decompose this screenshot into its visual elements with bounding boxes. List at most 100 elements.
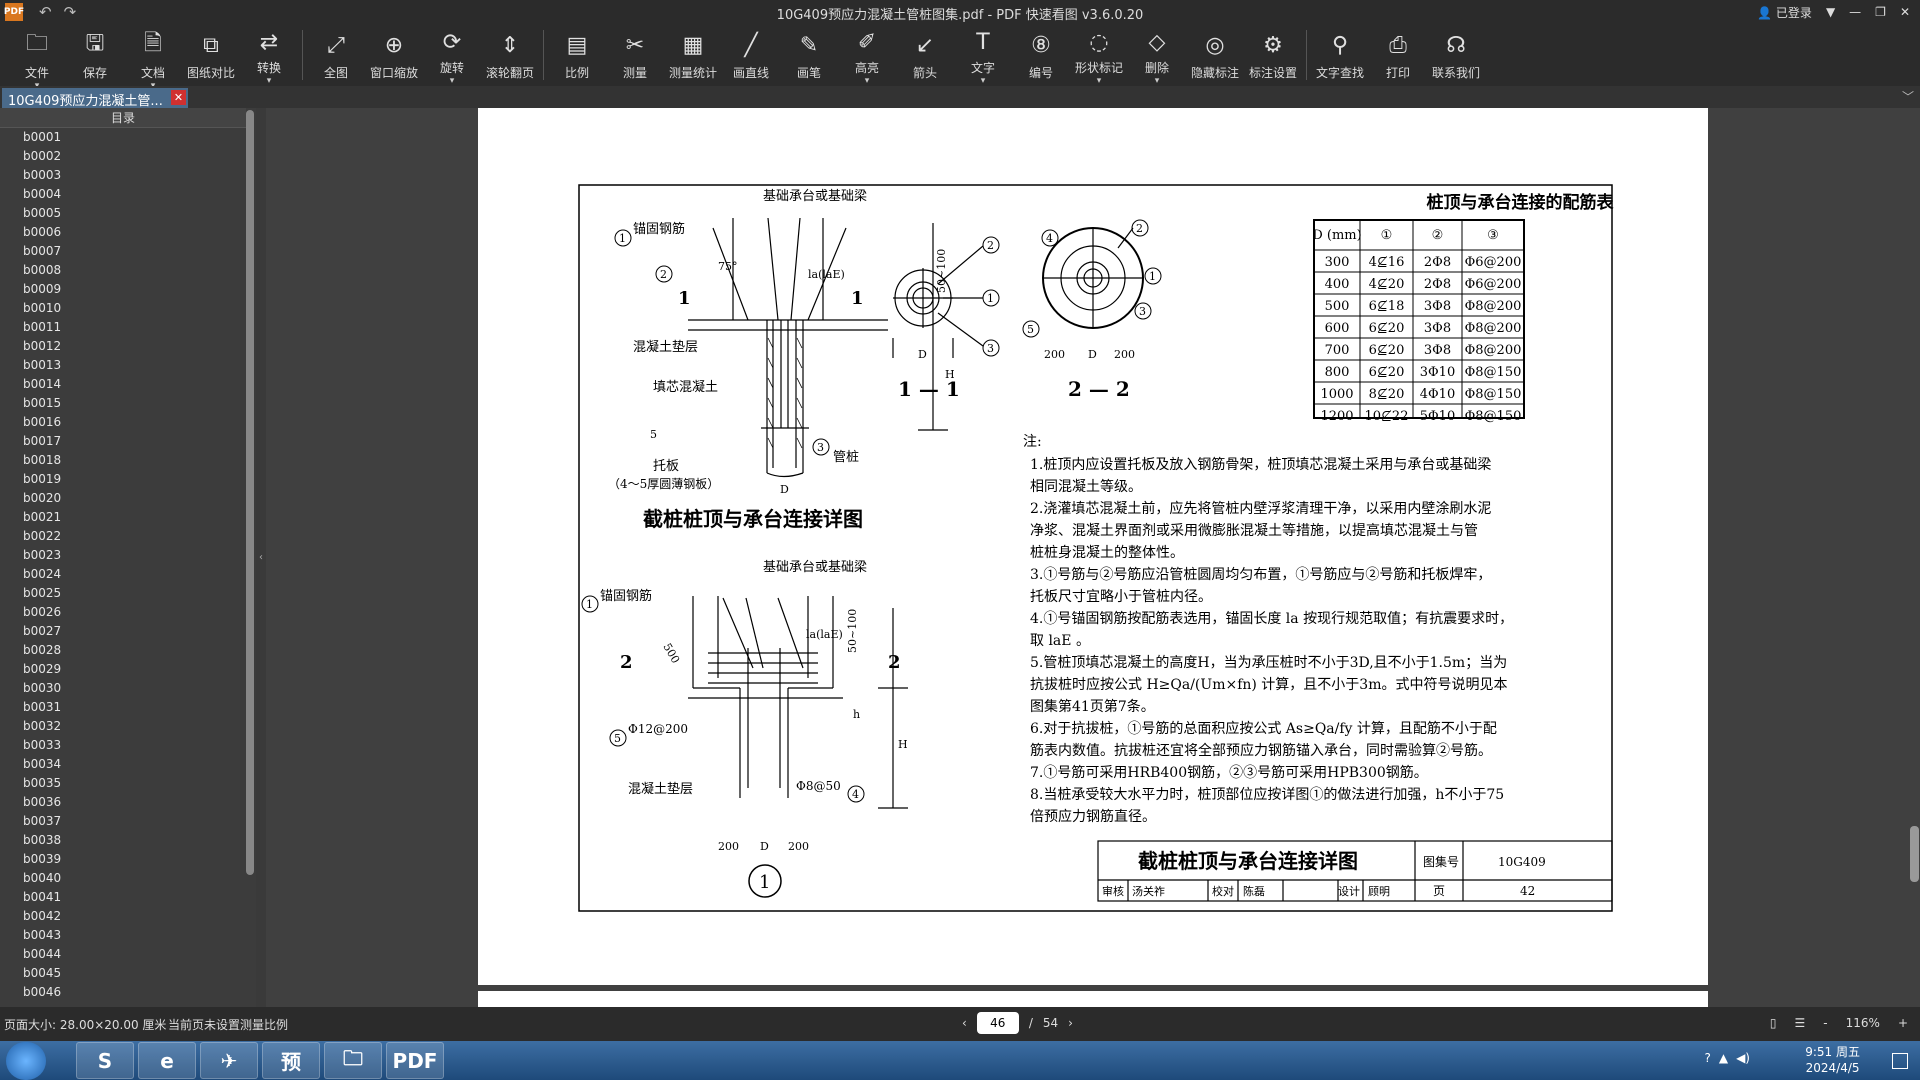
dropdown-arrow-icon[interactable]: ▾ [1155, 76, 1160, 86]
toc-item[interactable]: b0005 [23, 204, 256, 223]
toc-item[interactable]: b0045 [23, 964, 256, 983]
toc-item[interactable]: b0006 [23, 223, 256, 242]
toc-item[interactable]: b0037 [23, 812, 256, 831]
toc-item[interactable]: b0031 [23, 698, 256, 717]
dropdown-arrow-icon[interactable]: ▾ [450, 76, 455, 86]
show-desktop-button[interactable] [1892, 1053, 1908, 1069]
toolbar-button-scale[interactable]: ▤ 比例 [548, 24, 606, 84]
toc-item[interactable]: b0002 [23, 147, 256, 166]
sidebar-scrollbar[interactable] [246, 110, 254, 875]
zoom-out-button[interactable]: - [1823, 1016, 1827, 1030]
toc-item[interactable]: b0033 [23, 736, 256, 755]
taskbar-app-button[interactable]: PDF [386, 1042, 444, 1079]
toc-item[interactable]: b0009 [23, 280, 256, 299]
toc-item[interactable]: b0016 [23, 413, 256, 432]
dropdown-arrow-icon[interactable]: ▾ [267, 76, 272, 86]
toc-item[interactable]: b0007 [23, 242, 256, 261]
zoom-level[interactable]: 116% [1846, 1016, 1880, 1030]
toolbar-button-annotation-settings[interactable]: ⚙ 标注设置 [1244, 24, 1302, 84]
dropdown-arrow-icon[interactable]: ▾ [1097, 76, 1102, 86]
undo-icon[interactable]: ↶ [39, 3, 52, 21]
dropdown-arrow-icon[interactable]: ▾ [981, 76, 986, 86]
toc-item[interactable]: b0001 [23, 128, 256, 147]
document-viewer[interactable]: 基础承台或基础梁 锚固钢筋 1 2 75° 1 1 la(laE) 50~100… [266, 108, 1920, 1007]
toc-item[interactable]: b0039 [23, 850, 256, 869]
toolbar-button-shape[interactable]: ◌ 形状标记 ▾ [1070, 24, 1128, 86]
dropdown-arrow-icon[interactable]: ▾ [865, 76, 870, 86]
toc-item[interactable]: b0040 [23, 869, 256, 888]
toc-item[interactable]: b0021 [23, 508, 256, 527]
close-tab-icon[interactable]: ✕ [171, 90, 186, 105]
toolbar-button-highlight[interactable]: ✐ 高亮 ▾ [838, 24, 896, 86]
toolbar-button-line[interactable]: ╱ 画直线 [722, 24, 780, 84]
page-number-input[interactable]: 46 [976, 1012, 1019, 1034]
minimize-icon[interactable]: — [1849, 5, 1861, 19]
toc-item[interactable]: b0013 [23, 356, 256, 375]
toolbar-button-scroll[interactable]: ⇕ 滚轮翻页 [481, 24, 539, 84]
toc-item[interactable]: b0032 [23, 717, 256, 736]
toc-item[interactable]: b0036 [23, 793, 256, 812]
toolbar-button-measure-stats[interactable]: ▦ 测量统计 [664, 24, 722, 84]
document-tab[interactable]: 10G409预应力混凝土管... ✕ [2, 88, 188, 108]
toolbar-button-convert[interactable]: ⇄ 转换 ▾ [240, 24, 298, 86]
toolbar-button-compare[interactable]: ⧉ 图纸对比 [182, 24, 240, 84]
toolbar-button-folder[interactable]: 🗀文件▾ [8, 24, 66, 91]
login-status[interactable]: 👤 已登录 [1757, 4, 1812, 21]
chevron-down-icon[interactable]: ﹀ [1902, 88, 1914, 105]
toolbar-button-hide[interactable]: ◎ 隐藏标注 [1186, 24, 1244, 84]
toc-item[interactable]: b0014 [23, 375, 256, 394]
toc-item[interactable]: b0035 [23, 774, 256, 793]
toc-item[interactable]: b0043 [23, 926, 256, 945]
taskbar-app-button[interactable]: 预 [262, 1042, 320, 1079]
toc-item[interactable]: b0020 [23, 489, 256, 508]
taskbar-app-button[interactable]: e [138, 1042, 196, 1079]
start-button[interactable] [6, 1042, 46, 1080]
toc-item[interactable]: b0027 [23, 622, 256, 641]
toc-item[interactable]: b0034 [23, 755, 256, 774]
toc-item[interactable]: b0015 [23, 394, 256, 413]
toc-item[interactable]: b0025 [23, 584, 256, 603]
network-icon[interactable]: ▲ [1719, 1051, 1728, 1065]
toc-item[interactable]: b0042 [23, 907, 256, 926]
toc-item[interactable]: b0038 [23, 831, 256, 850]
toc-item[interactable]: b0022 [23, 527, 256, 546]
viewer-scrollbar[interactable] [1910, 826, 1919, 882]
toolbar-button-headset[interactable]: ☊ 联系我们 [1427, 24, 1485, 84]
toc-item[interactable]: b0018 [23, 451, 256, 470]
toc-item[interactable]: b0019 [23, 470, 256, 489]
maximize-icon[interactable]: ❐ [1875, 5, 1886, 19]
toc-item[interactable]: b0026 [23, 603, 256, 622]
toolbar-button-save[interactable]: 🖫 保存 [66, 24, 124, 84]
toc-item[interactable]: b0004 [23, 185, 256, 204]
toc-item[interactable]: b0046 [23, 983, 256, 1002]
toc-item[interactable]: b0010 [23, 299, 256, 318]
toc-item[interactable]: b0012 [23, 337, 256, 356]
toc-item[interactable]: b0029 [23, 660, 256, 679]
zoom-in-button[interactable]: + [1898, 1016, 1908, 1030]
close-icon[interactable]: ✕ [1900, 5, 1910, 19]
clock[interactable]: 9:51 周五 2024/4/5 [1805, 1044, 1860, 1076]
volume-icon[interactable]: ◀) [1736, 1051, 1750, 1065]
help-icon[interactable]: ? [1704, 1051, 1710, 1065]
toolbar-button-rotate[interactable]: ⟳ 旋转 ▾ [423, 24, 481, 86]
taskbar-app-button[interactable]: ✈ [200, 1042, 258, 1079]
toolbar-button-text[interactable]: T 文字 ▾ [954, 24, 1012, 86]
toc-item[interactable]: b0003 [23, 166, 256, 185]
toolbar-button-arrow[interactable]: ↙ 箭头 [896, 24, 954, 84]
continuous-page-icon[interactable]: ☰ [1795, 1016, 1806, 1030]
menu-dropdown-icon[interactable]: ▼ [1826, 5, 1835, 19]
toc-item[interactable]: b0011 [23, 318, 256, 337]
taskbar-app-button[interactable]: 🗀 [324, 1042, 382, 1079]
toolbar-button-pen[interactable]: ✎ 画笔 [780, 24, 838, 84]
redo-icon[interactable]: ↷ [64, 3, 77, 21]
single-page-icon[interactable]: ▯ [1770, 1016, 1777, 1030]
taskbar-app-button[interactable]: S [76, 1042, 134, 1079]
toc-item[interactable]: b0030 [23, 679, 256, 698]
toc-item[interactable]: b0024 [23, 565, 256, 584]
toolbar-button-fullview[interactable]: ⤢ 全图 [307, 24, 365, 84]
toolbar-button-document[interactable]: 🗎文档▾ [124, 24, 182, 91]
toolbar-button-search[interactable]: ⚲ 文字查找 [1311, 24, 1369, 84]
toc-item[interactable]: b0028 [23, 641, 256, 660]
toolbar-button-number[interactable]: ⑧ 编号 [1012, 24, 1070, 84]
toc-item[interactable]: b0044 [23, 945, 256, 964]
